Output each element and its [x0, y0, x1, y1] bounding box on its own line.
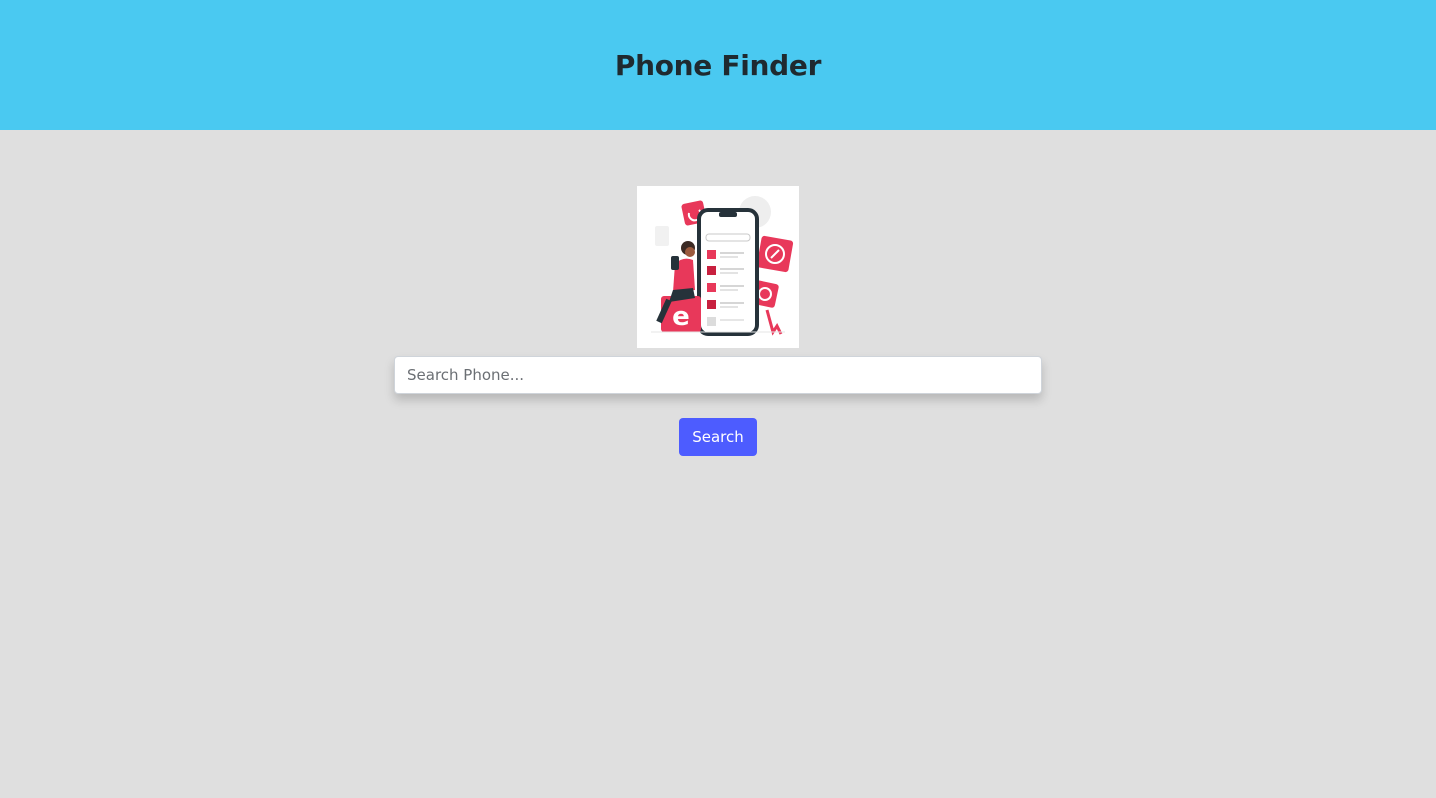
- main-content: e Search: [0, 130, 1436, 456]
- page-title: Phone Finder: [614, 48, 822, 82]
- page-header: Phone Finder: [0, 0, 1436, 130]
- search-button[interactable]: Search: [679, 418, 757, 456]
- search-input[interactable]: [394, 356, 1042, 394]
- svg-text:e: e: [672, 302, 690, 332]
- phone-search-illustration-icon: e: [637, 186, 799, 348]
